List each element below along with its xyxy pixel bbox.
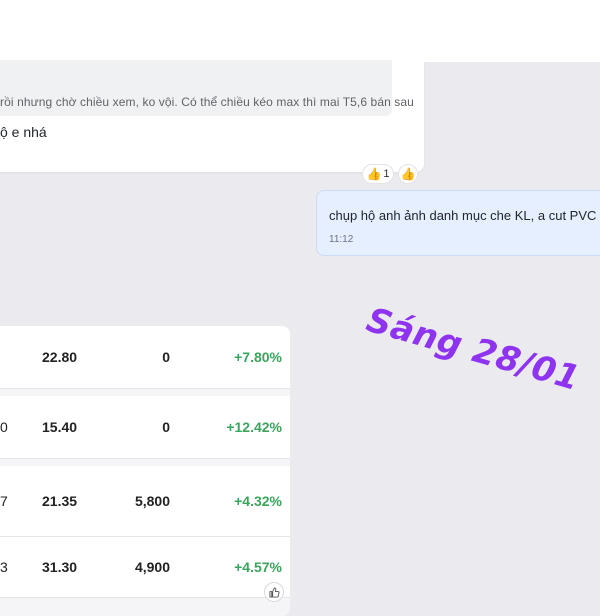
stock-code: 7 — [0, 493, 8, 509]
outgoing-message-bubble[interactable]: chụp hộ anh ảnh danh mục che KL, a cut P… — [316, 190, 600, 256]
stock-volume: 5,800 — [134, 493, 170, 509]
chat-header-strip — [0, 0, 600, 62]
stock-price: 22.80 — [42, 349, 78, 365]
stock-price: 31.30 — [42, 559, 78, 575]
table-row: 0 15.40 0 +12.42% — [0, 396, 290, 459]
stock-change: +7.80% — [234, 349, 282, 365]
stock-volume: 0 — [162, 349, 170, 365]
stock-change: +4.32% — [234, 493, 282, 509]
stock-volume: 0 — [162, 419, 170, 435]
table-row: 3 31.30 4,900 +4.57% — [0, 537, 290, 598]
table-row: 22.80 0 +7.80% — [0, 326, 290, 389]
stock-table-image[interactable]: 22.80 0 +7.80% 0 15.40 0 +12.42% 7 21.35… — [0, 326, 290, 616]
stock-change: +4.57% — [234, 559, 282, 575]
quoted-message-text: rồi nhưng chờ chiều xem, ko vội. Có thể … — [0, 95, 414, 109]
quoted-message[interactable]: rồi nhưng chờ chiều xem, ko vội. Có thể … — [0, 60, 414, 116]
thumbs-up-icon: 👍 — [366, 167, 382, 181]
incoming-message-text: ộ e nhá — [0, 124, 47, 140]
message-timestamp: 11:12 — [329, 234, 354, 245]
incoming-message-bubble[interactable]: rồi nhưng chờ chiều xem, ko vội. Có thể … — [0, 60, 424, 172]
thumbs-up-icon[interactable] — [264, 582, 284, 602]
stock-code: 0 — [0, 419, 8, 435]
thumbs-up-glyph — [268, 586, 280, 598]
table-row: 7 21.35 5,800 +4.32% — [0, 466, 290, 537]
thumbs-up-icon: 👍 — [400, 167, 416, 181]
stock-volume: 4,900 — [134, 559, 170, 575]
reaction-count: 1 — [383, 168, 390, 180]
handwritten-annotation: Sáng 28/01 — [361, 300, 585, 400]
reaction-thumbs-up-button[interactable]: 👍 — [398, 164, 418, 184]
stock-price: 15.40 — [42, 419, 78, 435]
stock-price: 21.35 — [42, 493, 78, 509]
stock-change: +12.42% — [226, 419, 282, 435]
outgoing-message-text: chụp hộ anh ảnh danh mục che KL, a cut P… — [329, 208, 597, 223]
reaction-thumbs-up-count[interactable]: 👍 1 — [362, 164, 394, 184]
stock-code: 3 — [0, 559, 8, 575]
